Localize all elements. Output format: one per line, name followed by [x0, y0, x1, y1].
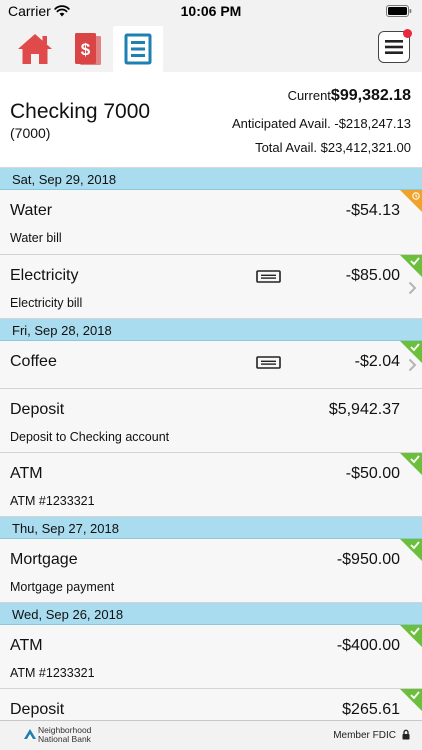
notification-badge: [403, 29, 412, 38]
date-header: Fri, Sep 28, 2018: [0, 319, 422, 341]
current-balance-amount: $99,382.18: [330, 87, 411, 104]
transaction-row[interactable]: ATM ATM #1233321 -$50.00: [0, 453, 422, 517]
status-time: 10:06 PM: [180, 3, 242, 19]
transaction-name: ATM: [10, 465, 43, 482]
transaction-row[interactable]: Mortgage Mortgage payment -$950.00: [0, 539, 422, 603]
transaction-description: Deposit to Checking account: [10, 430, 170, 444]
hamburger-menu-icon: [385, 40, 403, 54]
anticipated-balance: Anticipated Avail. -$218,247.13: [232, 116, 411, 131]
transaction-list[interactable]: Sat, Sep 29, 2018 Water Water bill -$54.…: [0, 168, 422, 720]
transaction-description: ATM #1233321: [10, 666, 95, 680]
transaction-description: Mortgage payment: [10, 580, 115, 594]
accounts-icon: [124, 33, 152, 65]
account-header: Checking 7000 (7000) Current$99,382.18 A…: [0, 72, 422, 168]
top-nav-bar: $: [0, 22, 422, 72]
lock-icon: [402, 729, 410, 740]
pending-status-icon: [400, 190, 422, 212]
current-balance: Current$99,382.18: [288, 87, 411, 105]
status-bar: Carrier 10:06 PM: [0, 0, 422, 22]
memo-icon: [256, 270, 281, 283]
cleared-check-icon: [400, 625, 422, 647]
cleared-check-icon: [400, 689, 422, 711]
transaction-amount: -$2.04: [354, 353, 400, 370]
transaction-name: Mortgage: [10, 551, 78, 568]
transaction-amount: -$400.00: [336, 637, 400, 654]
transaction-row[interactable]: Electricity Electricity bill -$85.00: [0, 255, 422, 319]
member-fdic-label: Member FDIC: [333, 730, 396, 741]
bank-logo-icon: [24, 729, 36, 739]
transaction-row[interactable]: Deposit $265.61: [0, 689, 422, 720]
home-icon: [18, 34, 52, 64]
account-name: Checking 7000: [10, 100, 151, 123]
footer: Neighborhood National Bank Member FDIC: [0, 720, 422, 750]
transaction-name: Deposit: [10, 701, 65, 718]
transaction-amount: -$950.00: [336, 551, 400, 568]
chevron-right-icon[interactable]: [408, 281, 417, 295]
total-balance-amount: $23,412,321.00: [320, 140, 411, 155]
transaction-row[interactable]: Deposit Deposit to Checking account $5,9…: [0, 389, 422, 453]
date-header: Wed, Sep 26, 2018: [0, 603, 422, 625]
transaction-row[interactable]: Coffee -$2.04: [0, 341, 422, 389]
svg-text:$: $: [81, 40, 91, 59]
transaction-amount: -$85.00: [345, 267, 400, 284]
transaction-amount: $265.61: [342, 701, 400, 718]
transaction-amount: -$54.13: [345, 202, 400, 219]
transaction-name: Coffee: [10, 353, 57, 370]
cleared-check-icon: [400, 453, 422, 475]
chevron-right-icon[interactable]: [408, 358, 417, 372]
cleared-check-icon: [400, 539, 422, 561]
bank-name-line2: National Bank: [38, 734, 91, 744]
bill-pay-icon: $: [75, 33, 101, 65]
transaction-name: ATM: [10, 637, 43, 654]
total-balance: Total Avail. $23,412,321.00: [255, 140, 411, 155]
tab-bill-pay[interactable]: $: [64, 26, 110, 72]
transaction-name: Deposit: [10, 401, 65, 418]
account-number: (7000): [10, 125, 51, 141]
transaction-row[interactable]: ATM ATM #1233321 -$400.00: [0, 625, 422, 689]
date-header: Thu, Sep 27, 2018: [0, 517, 422, 539]
transaction-description: Water bill: [10, 231, 62, 245]
cleared-check-icon: [400, 255, 422, 277]
battery-icon: [386, 5, 412, 17]
transaction-amount: -$50.00: [345, 465, 400, 482]
memo-icon: [256, 356, 281, 369]
tab-home[interactable]: [12, 26, 58, 72]
total-balance-label: Total Avail.: [255, 140, 317, 155]
transaction-name: Electricity: [10, 267, 79, 284]
transaction-amount: $5,942.37: [328, 401, 400, 418]
menu-button[interactable]: [378, 29, 412, 63]
current-balance-label: Current: [287, 88, 331, 103]
tab-accounts[interactable]: [113, 26, 163, 72]
anticipated-balance-label: Anticipated Avail.: [231, 116, 331, 131]
transaction-description: ATM #1233321: [10, 494, 95, 508]
bank-name: Neighborhood National Bank: [38, 726, 91, 744]
date-header: Sat, Sep 29, 2018: [0, 168, 422, 190]
transaction-description: Electricity bill: [10, 296, 83, 310]
transaction-row[interactable]: Water Water bill -$54.13: [0, 190, 422, 255]
anticipated-balance-amount: -$218,247.13: [334, 116, 411, 131]
transaction-name: Water: [10, 202, 53, 219]
